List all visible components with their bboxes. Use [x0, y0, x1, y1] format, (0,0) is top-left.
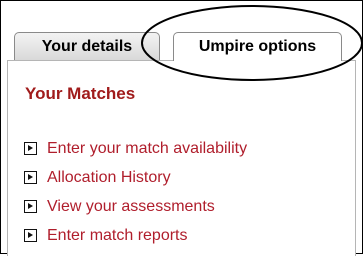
link-enter-match-availability[interactable]: Enter your match availability	[24, 134, 247, 163]
bullet-arrow-icon	[24, 171, 37, 184]
tab-label: Your details	[41, 37, 133, 55]
match-links-list: Enter your match availability Allocation…	[24, 134, 247, 250]
bullet-arrow-icon	[24, 200, 37, 213]
link-enter-match-reports[interactable]: Enter match reports	[24, 221, 247, 250]
link-view-assessments[interactable]: View your assessments	[24, 192, 247, 221]
link-label: Enter match reports	[47, 226, 188, 244]
bullet-arrow-icon	[24, 142, 37, 155]
tab-your-details[interactable]: Your details	[14, 32, 160, 60]
link-allocation-history[interactable]: Allocation History	[24, 163, 247, 192]
link-label: Allocation History	[47, 168, 171, 186]
link-label: Enter your match availability	[47, 139, 248, 157]
tab-label: Umpire options	[198, 38, 317, 55]
link-label: View your assessments	[47, 197, 215, 215]
section-heading: Your Matches	[25, 84, 136, 103]
bullet-arrow-icon	[24, 229, 37, 242]
tab-umpire-options[interactable]: Umpire options	[173, 32, 342, 61]
